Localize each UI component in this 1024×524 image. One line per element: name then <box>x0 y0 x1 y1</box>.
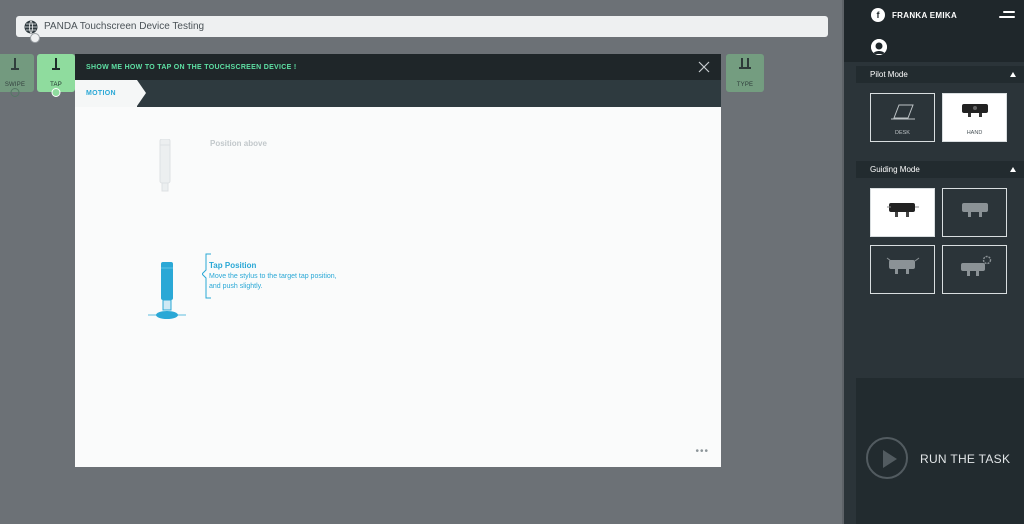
guiding-rotation-icon <box>961 203 988 217</box>
franka-logo-icon: f <box>871 8 885 22</box>
guiding-mode-header[interactable]: Guiding Mode <box>856 161 1024 178</box>
hamburger-menu-icon[interactable] <box>999 11 1015 21</box>
desk-icon <box>890 104 915 120</box>
type-stylus-icon <box>739 58 751 69</box>
dialog-question: SHOW ME HOW TO TAP ON THE TOUCHSCREEN DE… <box>86 63 297 71</box>
dialog-tab-bar: MOTION <box>75 80 721 107</box>
guiding-option-free[interactable] <box>870 245 935 294</box>
guiding-translation-icon <box>886 203 919 217</box>
run-task-button[interactable]: RUN THE TASK <box>920 452 1010 466</box>
guiding-option-translation[interactable] <box>870 188 935 237</box>
stylus-above-illustration <box>159 139 171 192</box>
stylus-icon <box>52 58 60 70</box>
timeline-marker <box>10 88 20 97</box>
guiding-mode-title: Guiding Mode <box>870 165 920 174</box>
task-title: PANDA Touchscreen Device Testing <box>44 21 205 32</box>
close-icon[interactable] <box>697 60 711 74</box>
play-icon[interactable] <box>866 437 908 479</box>
stylus-tap-illustration <box>148 262 186 319</box>
run-task-area: RUN THE TASK <box>856 378 1024 524</box>
guiding-option-rotation[interactable] <box>942 188 1007 237</box>
timeline-start-marker <box>30 33 40 43</box>
user-avatar-icon[interactable] <box>871 39 887 55</box>
pilot-hand-icon <box>961 104 988 117</box>
more-options-icon[interactable]: ••• <box>695 446 709 457</box>
tab-arrow <box>137 80 146 106</box>
collapse-caret-icon <box>1010 72 1016 77</box>
app-tile-type[interactable]: TYPE <box>726 54 764 92</box>
guiding-free-icon <box>886 257 919 274</box>
pilot-option-hand[interactable]: HAND <box>942 93 1007 142</box>
pilot-mode-title: Pilot Mode <box>870 70 908 79</box>
brand: f FRANKA EMIKA <box>871 8 957 22</box>
tab-motion-label: MOTION <box>86 90 116 97</box>
task-title-bar[interactable]: PANDA Touchscreen Device Testing <box>16 16 828 43</box>
stylus-icon <box>11 58 19 70</box>
tap-position-description: Move the stylus to the target tap positi… <box>209 273 337 290</box>
brand-name: FRANKA EMIKA <box>892 10 958 20</box>
globe-icon <box>24 20 38 33</box>
pilot-option-label: DESK <box>895 130 910 136</box>
app-tile-label: TYPE <box>736 82 754 88</box>
pilot-option-label: HAND <box>966 130 983 136</box>
dialog-header: SHOW ME HOW TO TAP ON THE TOUCHSCREEN DE… <box>75 54 721 80</box>
guiding-option-custom[interactable] <box>942 245 1007 294</box>
tap-position-title: Tap Position <box>209 261 257 270</box>
collapse-caret-icon <box>1010 167 1016 172</box>
pilot-mode-header[interactable]: Pilot Mode <box>856 66 1024 83</box>
app-tile-swipe[interactable]: SWIPE <box>0 54 34 97</box>
side-panel: f FRANKA EMIKA Pilot Mode DESK HAND Guid… <box>844 0 1024 524</box>
app-tile-tap[interactable]: TAP <box>37 54 75 97</box>
tap-instruction-dialog: SHOW ME HOW TO TAP ON THE TOUCHSCREEN DE… <box>75 54 721 467</box>
pilot-option-desk[interactable]: DESK <box>870 93 935 142</box>
panel-header: f FRANKA EMIKA <box>844 0 1024 62</box>
timeline-marker <box>51 88 61 97</box>
position-above-label: Position above <box>210 139 267 148</box>
tab-motion[interactable]: MOTION <box>75 80 137 107</box>
guiding-custom-gear-icon <box>960 255 991 276</box>
